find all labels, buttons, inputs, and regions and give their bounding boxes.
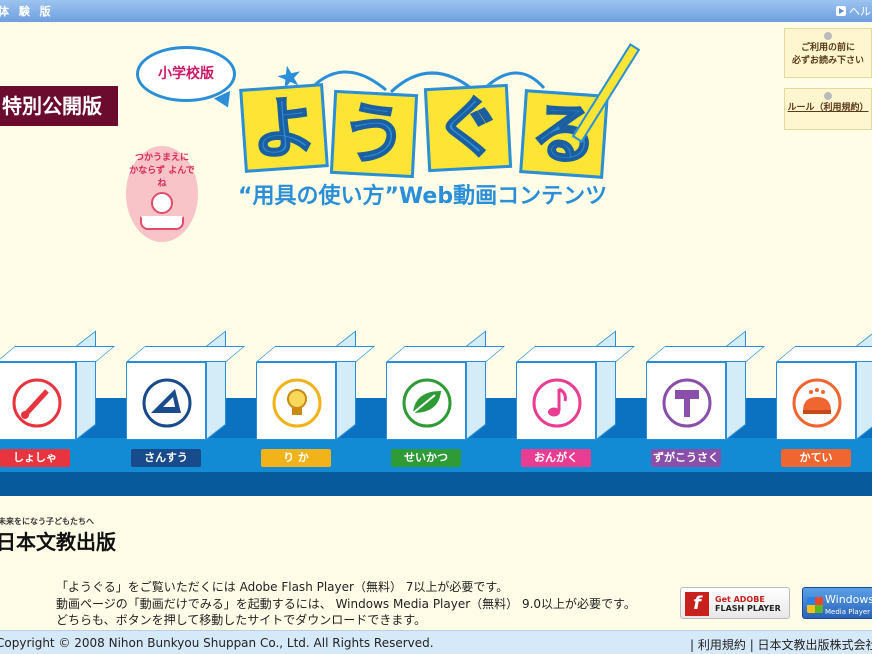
subject-cube-zugakousaku[interactable]	[646, 330, 766, 442]
subject-label-zugakousaku[interactable]: ずがこうさく	[651, 449, 721, 467]
leaf-icon	[402, 378, 452, 428]
flash-badge-text: Get ADOBE FLASH PLAYER	[715, 595, 781, 613]
subject-label-shosha[interactable]: しょしゃ	[0, 449, 70, 467]
book-icon	[140, 216, 184, 230]
subject-label-katei[interactable]: かてい	[781, 449, 851, 467]
wmp-badge-text: Windows Media Player	[825, 593, 872, 616]
conveyor-belt-edge	[0, 472, 872, 496]
get-flash-player-button[interactable]: f Get ADOBE FLASH PLAYER	[680, 587, 790, 619]
elementary-edition-label: 小学校版	[158, 66, 214, 82]
pincushion-icon	[792, 378, 842, 428]
music-note-icon	[532, 378, 582, 428]
subject-cube-ongaku[interactable]	[516, 330, 636, 442]
company-link[interactable]: 日本文教出版株式会社	[758, 638, 872, 652]
read-first-line2: 必ずお読み下さい	[791, 56, 864, 66]
trial-version-title: 体 験 版	[0, 5, 54, 18]
footer-links: | 利用規約 | 日本文教出版株式会社	[690, 636, 872, 653]
read-before-use-button[interactable]: つかうまえに かならず よんでね	[126, 146, 198, 242]
logo-char-box: よ	[239, 83, 329, 173]
subject-cube-katei[interactable]	[776, 330, 872, 442]
top-bar: 体 験 版 ヘルプ	[0, 0, 872, 22]
note-line: 「ようぐる」をご覧いただくには Adobe Flash Player（無料） 7…	[56, 580, 509, 594]
note-line: どちらも、ボタンを押して移動したサイトでダウンロードできます。	[56, 613, 427, 627]
subject-label-sansuu[interactable]: さんすう	[131, 449, 201, 467]
note-line: 動画ページの「動画だけでみる」を起動するには、 Windows Media Pl…	[56, 596, 636, 611]
logo-char-box: ぐ	[423, 83, 513, 173]
flash-icon: f	[685, 592, 709, 616]
subject-label-rika[interactable]: り か	[261, 449, 331, 467]
rules-button[interactable]: ルール（利用規約）	[784, 88, 872, 130]
light-bulb-icon	[272, 378, 322, 428]
read-before-use-text: つかうまえに かならず よんでね	[129, 153, 195, 189]
read-first-button[interactable]: ご利用の前に 必ずお読み下さい	[784, 28, 872, 78]
triangle-ruler-icon	[142, 378, 192, 428]
pin-icon	[824, 92, 832, 100]
subject-cube-seikatsu[interactable]	[386, 330, 506, 442]
subject-cube-rika[interactable]	[256, 330, 376, 442]
play-arrow-icon	[836, 6, 846, 16]
terms-link[interactable]: 利用規約	[698, 638, 746, 652]
help-label: ヘルプ	[849, 5, 872, 18]
company-logo[interactable]: 日本文教出版	[0, 526, 116, 555]
get-windows-media-player-button[interactable]: Windows Media Player	[802, 587, 872, 619]
pin-icon	[824, 32, 832, 40]
special-edition-label: 特別公開版	[0, 86, 118, 126]
footer: Copyright © 2008 Nihon Bunkyou Shuppan C…	[0, 630, 872, 654]
reading-child-icon	[151, 192, 173, 214]
subject-cube-shosha[interactable]	[0, 330, 116, 442]
logo-subtitle: “用具の使い方”Web動画コンテンツ	[238, 184, 608, 209]
requirements-notes: 「ようぐる」をご覧いただくには Adobe Flash Player（無料） 7…	[56, 579, 636, 629]
elementary-edition-bubble: 小学校版	[136, 46, 236, 102]
read-first-line1: ご利用の前に	[800, 43, 855, 53]
windows-logo-icon	[807, 597, 823, 613]
subject-label-ongaku[interactable]: おんがく	[521, 449, 591, 467]
subject-label-seikatsu[interactable]: せいかつ	[391, 449, 461, 467]
rules-label: ルール（利用規約）	[787, 103, 869, 113]
brush-icon	[12, 378, 62, 428]
subject-cube-sansuu[interactable]	[126, 330, 246, 442]
help-link[interactable]: ヘルプ	[836, 3, 872, 19]
hammer-icon	[662, 378, 712, 428]
copyright-text: Copyright © 2008 Nihon Bunkyou Shuppan C…	[0, 636, 434, 650]
logo-char-box: う	[329, 89, 419, 179]
